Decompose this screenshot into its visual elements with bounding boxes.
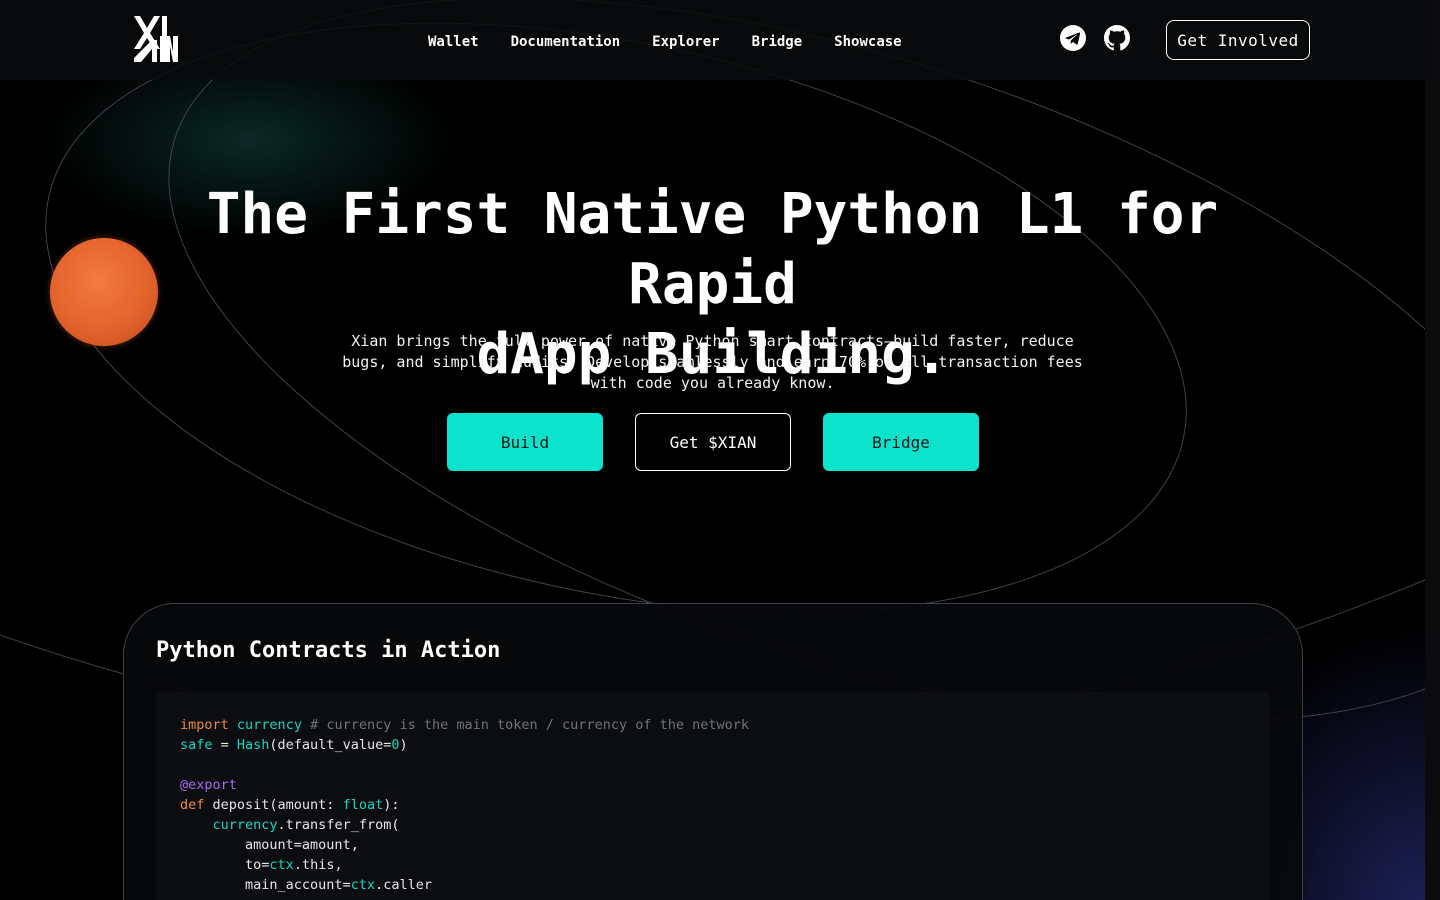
xian-logo[interactable] [132, 14, 180, 64]
nav-documentation[interactable]: Documentation [511, 30, 621, 54]
code-token: .transfer_from( [277, 817, 400, 833]
code-token: to= [245, 857, 270, 873]
nav-wallet[interactable]: Wallet [428, 30, 479, 54]
code-token: = [212, 737, 237, 753]
hero-title-line1: The First Native Python L1 for Rapid [206, 182, 1219, 317]
code-token: def [180, 797, 205, 813]
page: Wallet Documentation Explorer Bridge Sho… [0, 0, 1440, 900]
nav-explorer[interactable]: Explorer [652, 30, 719, 54]
telegram-icon[interactable] [1060, 25, 1086, 51]
github-icon[interactable] [1104, 25, 1130, 51]
code-token: amount=amount, [245, 837, 359, 853]
social-links [1060, 25, 1130, 51]
code-token: .this, [293, 857, 343, 873]
hero-subtitle: Xian brings the full power of native Pyt… [342, 332, 1083, 392]
code-snippet: import currency # currency is the main t… [180, 715, 749, 895]
bridge-button[interactable]: Bridge [823, 413, 979, 471]
code-token: ctx [350, 877, 376, 893]
code-token: Hash [236, 737, 270, 753]
code-comment: # currency is the main token / currency … [310, 717, 749, 733]
site-header: Wallet Documentation Explorer Bridge Sho… [0, 0, 1425, 80]
nav-bridge[interactable]: Bridge [752, 30, 803, 54]
get-xian-button[interactable]: Get $XIAN [635, 413, 791, 471]
code-token: ): [383, 797, 400, 813]
code-decorator: @export [180, 777, 237, 793]
get-involved-button[interactable]: Get Involved [1166, 20, 1310, 60]
code-section-title: Python Contracts in Action [156, 638, 501, 663]
scrollbar-track[interactable] [1425, 0, 1440, 900]
nav-showcase[interactable]: Showcase [834, 30, 901, 54]
code-token: deposit(amount: [204, 797, 343, 813]
hero-cta-row: Build Get $XIAN Bridge [447, 413, 979, 471]
code-token: currency [236, 717, 302, 733]
main-nav: Wallet Documentation Explorer Bridge Sho… [428, 30, 902, 54]
code-token: (default_value= [269, 737, 392, 753]
code-token: currency [212, 817, 278, 833]
code-token: float [342, 797, 384, 813]
code-token: ) [399, 737, 408, 753]
code-token: ctx [269, 857, 294, 873]
build-button[interactable]: Build [447, 413, 603, 471]
code-token: .caller [375, 877, 432, 893]
code-token: safe [180, 737, 213, 753]
code-token: import [180, 717, 229, 733]
code-token: main_account= [245, 877, 351, 893]
